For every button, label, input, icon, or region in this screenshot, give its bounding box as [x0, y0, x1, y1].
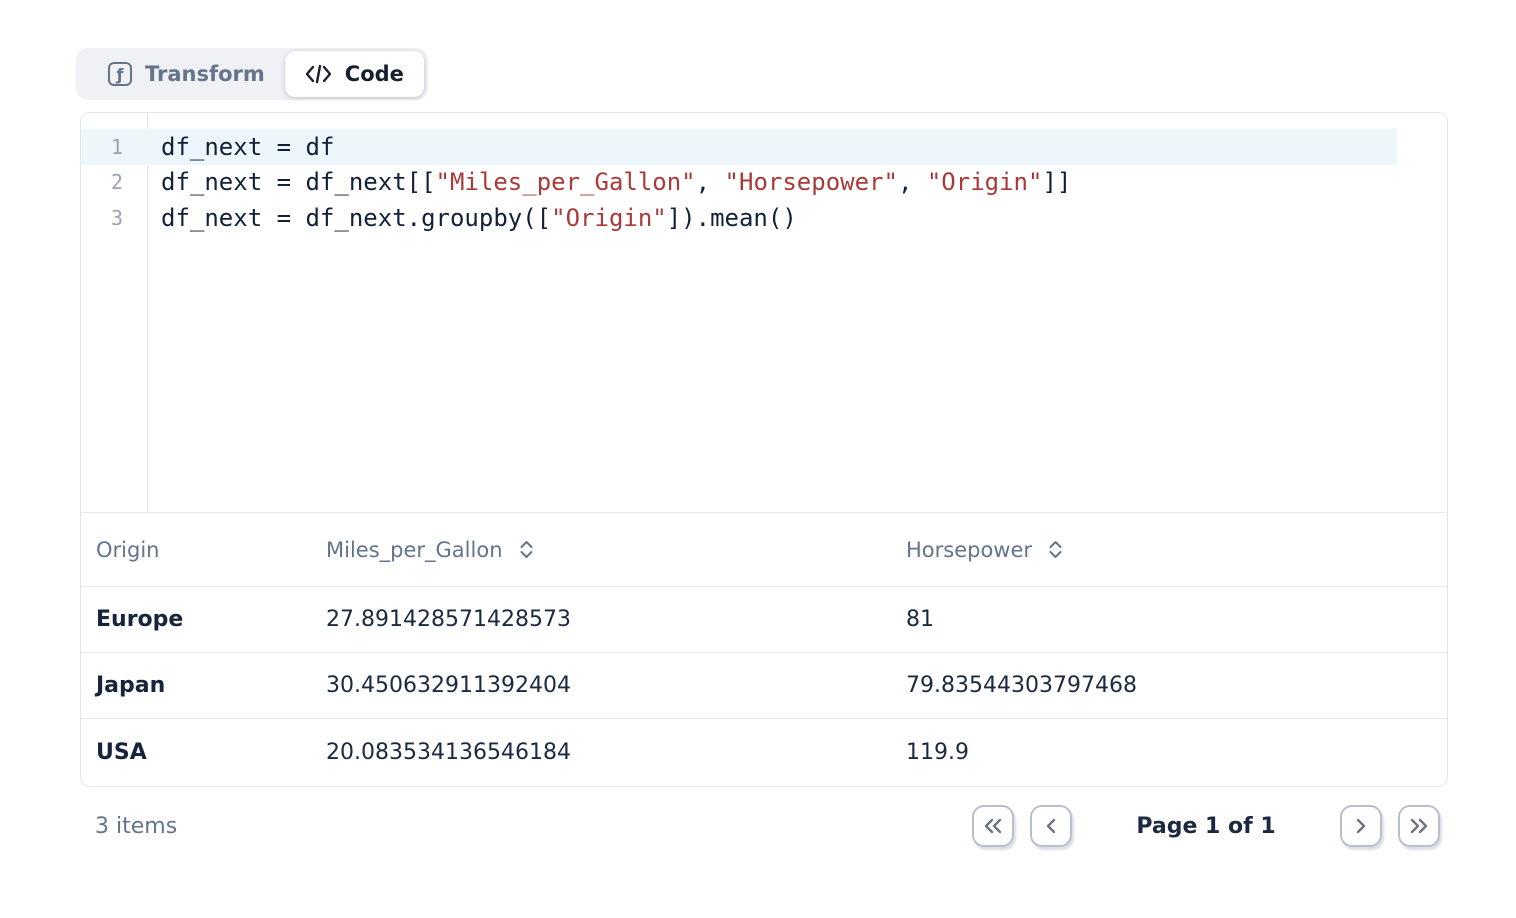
- previous-page-button[interactable]: [1030, 805, 1072, 847]
- table-row: Japan30.45063291139240479.83544303797468: [81, 653, 1447, 719]
- table-footer: 3 items Page 1 of 1: [80, 800, 1448, 852]
- next-page-icon: [1354, 818, 1368, 834]
- first-page-button[interactable]: [972, 805, 1014, 847]
- items-count: 3 items: [80, 814, 177, 839]
- transform-panel: 1df_next = df2df_next = df_next[["Miles_…: [80, 112, 1448, 787]
- last-page-icon: [1409, 818, 1429, 834]
- cell-miles-per-gallon: 20.083534136546184: [326, 740, 906, 765]
- table-row: Europe27.89142857142857381: [81, 587, 1447, 653]
- sort-arrows-icon[interactable]: [518, 540, 535, 559]
- code-text: df_next = df_next.groupby(["Origin"]).me…: [147, 204, 797, 232]
- table-body: Europe27.89142857142857381Japan30.450632…: [81, 587, 1447, 786]
- next-page-button[interactable]: [1340, 805, 1382, 847]
- line-number: 2: [81, 170, 147, 194]
- tab-transform-label: Transform: [145, 62, 265, 86]
- pagination: Page 1 of 1: [972, 805, 1448, 847]
- line-number: 3: [81, 206, 147, 230]
- code-text: df_next = df_next[["Miles_per_Gallon", "…: [147, 168, 1071, 196]
- tab-transform[interactable]: ƒ Transform: [76, 48, 285, 100]
- code-text: df_next = df: [147, 133, 334, 161]
- line-number: 1: [81, 135, 147, 159]
- cell-horsepower: 81: [906, 607, 1447, 632]
- last-page-button[interactable]: [1398, 805, 1440, 847]
- table-header: Origin Miles_per_Gallon Horsepower: [81, 513, 1447, 587]
- code-editor-lines: 1df_next = df2df_next = df_next[["Miles_…: [81, 129, 1447, 236]
- cell-origin: Japan: [81, 673, 326, 698]
- tab-code[interactable]: Code: [285, 51, 424, 97]
- code-editor[interactable]: 1df_next = df2df_next = df_next[["Miles_…: [81, 113, 1447, 513]
- cell-miles-per-gallon: 30.450632911392404: [326, 673, 906, 698]
- code-line[interactable]: 1df_next = df: [81, 129, 1397, 165]
- table-row: USA20.083534136546184119.9: [81, 719, 1447, 786]
- column-header-horsepower[interactable]: Horsepower: [906, 538, 1447, 562]
- column-label: Origin: [96, 538, 159, 562]
- code-line[interactable]: 3df_next = df_next.groupby(["Origin"]).m…: [81, 200, 1397, 236]
- view-switcher: ƒ Transform Code: [76, 48, 428, 100]
- column-label: Miles_per_Gallon: [326, 538, 503, 562]
- tab-code-label: Code: [345, 62, 404, 86]
- column-header-origin: Origin: [81, 538, 326, 562]
- code-line[interactable]: 2df_next = df_next[["Miles_per_Gallon", …: [81, 165, 1397, 201]
- page-indicator: Page 1 of 1: [1088, 814, 1324, 839]
- cell-origin: Europe: [81, 607, 326, 632]
- cell-horsepower: 79.83544303797468: [906, 673, 1447, 698]
- cell-horsepower: 119.9: [906, 740, 1447, 765]
- column-label: Horsepower: [906, 538, 1032, 562]
- column-header-miles_per_gallon[interactable]: Miles_per_Gallon: [326, 538, 906, 562]
- function-icon: ƒ: [108, 62, 132, 86]
- previous-page-icon: [1044, 818, 1058, 834]
- cell-miles-per-gallon: 27.891428571428573: [326, 607, 906, 632]
- sort-arrows-icon[interactable]: [1047, 540, 1064, 559]
- first-page-icon: [983, 818, 1003, 834]
- code-brackets-icon: [305, 64, 332, 84]
- cell-origin: USA: [81, 740, 326, 765]
